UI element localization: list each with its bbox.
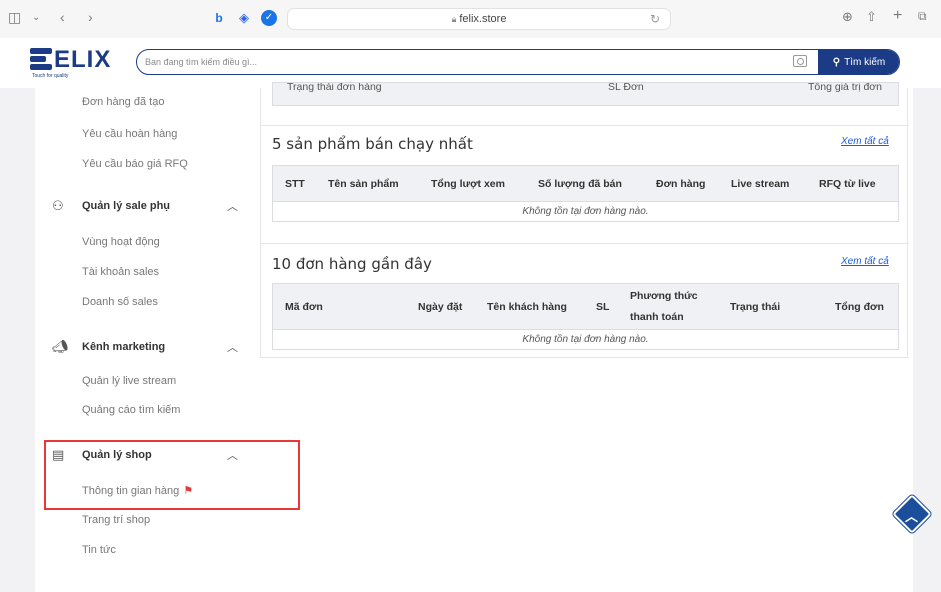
tabs-overview-icon[interactable]: ⧉ [918, 9, 927, 24]
scroll-top-button[interactable]: ︿ [892, 494, 932, 534]
column-header: Ngày đặt [418, 301, 463, 313]
check-extension-icon[interactable]: ✓ [261, 10, 277, 26]
highlight-box [44, 440, 300, 510]
megaphone-icon: 📣︎ [52, 339, 69, 354]
sidebar-item-regions[interactable]: Vùng hoạt động [82, 236, 160, 248]
chevron-down-icon[interactable]: ⌄ [32, 12, 40, 23]
recent-orders-see-all-link[interactable]: Xem tất cả [841, 256, 889, 267]
column-header: Trạng thái đơn hàng [287, 82, 382, 93]
column-header: Trạng thái [730, 301, 781, 313]
logo-tagline: Touch for quality [32, 73, 69, 79]
address-bar[interactable]: 🔒︎ felix.store ↻ [287, 8, 671, 30]
search-icon: ⚲ [832, 56, 841, 68]
column-header: Phương thức [630, 290, 698, 302]
url-text: felix.store [459, 13, 507, 25]
search-button[interactable]: ⚲ Tìm kiếm [818, 50, 899, 74]
sidebar-item-livestream[interactable]: Quản lý live stream [82, 375, 176, 387]
bing-extension-icon[interactable]: b [211, 10, 227, 26]
chevron-up-icon[interactable]: ︿ [227, 198, 238, 214]
sidebar-item-shop-decor[interactable]: Trang trí shop [82, 514, 150, 526]
felix-logo[interactable]: ELIX Touch for quality [30, 44, 130, 84]
back-icon[interactable]: ‹ [60, 9, 65, 25]
recent-orders-title: 10 đơn hàng gần đây [272, 255, 432, 273]
best-sellers-table-header: STT Tên sản phẩm Tổng lượt xem Số lượng … [272, 165, 899, 202]
search-input[interactable] [145, 50, 785, 73]
sidebar-group-sub-sales[interactable]: ⚇ Quản lý sale phụ ︿ [52, 198, 252, 218]
column-header: SL Đơn [608, 82, 644, 93]
sidebar-item-returns[interactable]: Yêu cầu hoàn hàng [82, 128, 177, 140]
column-header: Tổng lượt xem [431, 178, 505, 190]
chevron-up-icon[interactable]: ︿ [227, 339, 238, 355]
column-header: Số lượng đã bán [538, 178, 622, 190]
sidebar-item-rfq[interactable]: Yêu cầu báo giá RFQ [82, 158, 188, 170]
best-sellers-see-all-link[interactable]: Xem tất cả [841, 136, 889, 147]
sidebar-item-search-ads[interactable]: Quảng cáo tìm kiếm [82, 404, 180, 416]
order-status-table-header: Trạng thái đơn hàng SL Đơn Tổng giá trị … [272, 82, 899, 106]
chevron-up-icon: ︿ [905, 509, 919, 524]
column-header: Mã đơn [285, 301, 323, 313]
column-header: Đơn hàng [656, 178, 706, 190]
best-sellers-title: 5 sản phẩm bán chạy nhất [272, 135, 473, 153]
download-icon[interactable]: ⊕ [842, 9, 853, 25]
recent-orders-table-header: Mã đơn Ngày đặt Tên khách hàng SL Phương… [272, 283, 899, 330]
column-header: Tên khách hàng [487, 301, 567, 313]
column-header: Tên sản phẩm [328, 178, 399, 190]
browser-toolbar: ◫ ⌄ ‹ › b ◈ ✓ 🔒︎ felix.store ↻ ⊕ ⇧ + ⧉ [0, 0, 941, 38]
column-header: RFQ từ live [819, 178, 876, 190]
sidebar-item-news[interactable]: Tin tức [82, 544, 116, 556]
recent-orders-empty-message: Không tồn tại đơn hàng nào. [272, 330, 899, 350]
sidebar-group-label: Quản lý sale phụ [82, 200, 171, 212]
sidebar-group-marketing[interactable]: 📣︎ Kênh marketing ︿ [52, 339, 252, 359]
column-header: thanh toán [630, 311, 684, 323]
sidebar-item-sales-revenue[interactable]: Doanh số sales [82, 296, 158, 308]
forward-icon[interactable]: › [88, 9, 93, 25]
main-content: Trạng thái đơn hàng SL Đơn Tổng giá trị … [260, 82, 909, 358]
column-header: SL [596, 301, 610, 313]
sidebar-toggle-icon[interactable]: ◫ [8, 9, 21, 26]
logo-brand: ELIX [54, 46, 112, 73]
column-header: Live stream [731, 178, 790, 190]
reload-icon[interactable]: ↻ [650, 9, 660, 29]
logo-mark [30, 48, 52, 70]
column-header: Tổng giá trị đơn [808, 82, 883, 93]
sidebar-item-created-orders[interactable]: Đơn hàng đã tạo [82, 96, 164, 108]
section-divider [261, 125, 909, 126]
sidebar-item-sales-accounts[interactable]: Tài khoản sales [82, 266, 159, 278]
site-header: ELIX Touch for quality ⚲Tìm kiếm [0, 38, 941, 88]
vpn-extension-icon[interactable]: ◈ [236, 10, 252, 26]
camera-icon[interactable] [793, 55, 807, 67]
page-panel: Đơn hàng đã tạo Yêu cầu hoàn hàng Yêu cầ… [35, 82, 913, 592]
column-header: Tổng đơn [835, 301, 884, 313]
search-bar: ⚲Tìm kiếm [136, 49, 900, 75]
section-divider [261, 243, 909, 244]
sidebar-group-label: Kênh marketing [82, 341, 166, 353]
share-icon[interactable]: ⇧ [866, 9, 877, 25]
best-sellers-empty-message: Không tồn tại đơn hàng nào. [272, 202, 899, 222]
lock-icon: 🔒︎ [451, 14, 457, 24]
search-button-label: Tìm kiếm [844, 56, 886, 68]
column-header: STT [285, 178, 305, 190]
new-tab-icon[interactable]: + [893, 7, 902, 25]
users-icon: ⚇ [52, 198, 64, 213]
